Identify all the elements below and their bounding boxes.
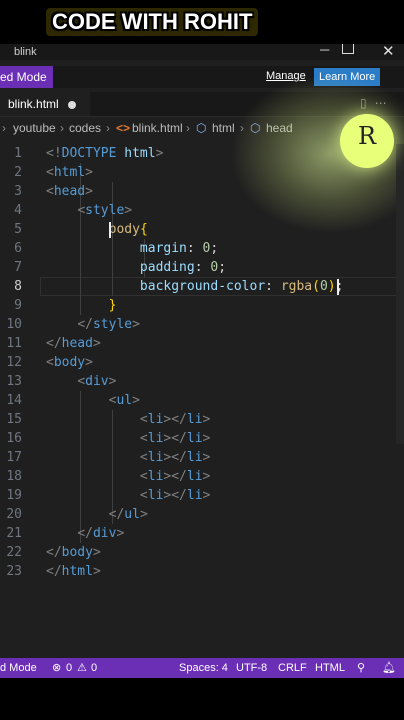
- line-number: 6: [14, 241, 22, 256]
- tab-blink-html[interactable]: blink.html: [0, 92, 90, 116]
- code-line-20: </ul>: [108, 507, 148, 522]
- channel-logo: R: [340, 114, 394, 168]
- unsaved-dot-icon[interactable]: [68, 101, 76, 109]
- line-number: 5: [14, 222, 22, 237]
- eol-status[interactable]: CRLF: [278, 658, 307, 678]
- line-number: 20: [6, 507, 22, 522]
- code-line-16: <li></li>: [139, 431, 211, 446]
- error-count[interactable]: 0: [66, 658, 72, 678]
- title-tab-fragment[interactable]: blink: [14, 46, 37, 58]
- line-number: 11: [6, 336, 22, 351]
- breadcrumb-html[interactable]: html: [212, 118, 235, 138]
- code-editor[interactable]: 1 2 3 4 5 6 7 8 9 10 11 12 13 14 15 16 1…: [0, 144, 404, 664]
- close-icon[interactable]: ✕: [382, 44, 395, 60]
- chevron-right-icon: ›: [60, 121, 64, 135]
- code-line-15: <li></li>: [139, 412, 211, 427]
- code-line-6: margin: 0;: [139, 241, 219, 256]
- encoding-status[interactable]: UTF-8: [236, 658, 267, 678]
- breadcrumb-codes[interactable]: codes: [69, 118, 101, 138]
- code-line-14: <ul>: [108, 393, 140, 408]
- indentation-status[interactable]: Spaces: 4: [179, 658, 228, 678]
- code-lines: <!DOCTYPE html> <html> <head> <style> bo…: [46, 144, 404, 619]
- line-number-current: 8: [14, 279, 22, 294]
- line-number: 14: [6, 393, 22, 408]
- code-line-19: <li></li>: [139, 488, 211, 503]
- code-line-7: padding: 0;: [139, 260, 227, 275]
- status-bar: d Mode ⊗ 0 ⚠ 0 Spaces: 4 UTF-8 CRLF HTML…: [0, 658, 404, 678]
- tab-label: blink.html: [8, 97, 59, 111]
- code-line-17: <li></li>: [139, 450, 211, 465]
- line-number: 3: [14, 184, 22, 199]
- minimap-scrollbar[interactable]: [396, 144, 404, 444]
- error-icon[interactable]: ⊗: [52, 658, 61, 678]
- line-number: 4: [14, 203, 22, 218]
- code-line-3: <head>: [46, 184, 93, 199]
- code-line-23: </html>: [46, 564, 101, 579]
- vscode-window: blink ─ ✕ ed Mode Manage Learn More blin…: [0, 44, 404, 678]
- warning-icon[interactable]: ⚠: [77, 658, 87, 678]
- chevron-right-icon: ›: [2, 121, 6, 135]
- restricted-mode-label: ed Mode: [0, 66, 53, 88]
- text-caret: [337, 279, 339, 295]
- title-bar: blink ─ ✕: [0, 44, 404, 60]
- code-line-5: body{: [108, 222, 148, 237]
- line-number: 16: [6, 431, 22, 446]
- chevron-right-icon: ›: [106, 121, 110, 135]
- element-cube-icon: ⬡: [196, 121, 207, 135]
- warning-count[interactable]: 0: [91, 658, 97, 678]
- notifications-bell-icon[interactable]: 🔔︎: [382, 658, 396, 678]
- line-number: 2: [14, 165, 22, 180]
- line-number: 15: [6, 412, 22, 427]
- code-line-9: }: [108, 298, 117, 313]
- line-number: 1: [14, 146, 22, 161]
- mouse-text-cursor: [109, 222, 111, 238]
- code-line-18: <li></li>: [139, 469, 211, 484]
- feedback-icon[interactable]: ⚲: [357, 658, 365, 678]
- code-line-10: </style>: [77, 317, 140, 332]
- line-number: 22: [6, 545, 22, 560]
- breadcrumb-youtube[interactable]: youtube: [13, 118, 56, 138]
- line-number: 21: [6, 526, 22, 541]
- code-line-11: </head>: [46, 336, 101, 351]
- code-line-22: </body>: [46, 545, 101, 560]
- line-number: 23: [6, 564, 22, 579]
- line-number: 9: [14, 298, 22, 313]
- line-number: 12: [6, 355, 22, 370]
- line-number: 13: [6, 374, 22, 389]
- minimize-icon[interactable]: ─: [320, 44, 329, 57]
- logo-letter: R: [357, 122, 377, 150]
- line-number: 7: [14, 260, 22, 275]
- code-line-8: background-color: rgba(0);: [139, 279, 344, 294]
- chevron-right-icon: ›: [186, 121, 190, 135]
- video-title-watermark: CODE WITH ROHIT: [46, 8, 259, 36]
- language-status[interactable]: HTML: [315, 658, 345, 678]
- breadcrumb-blink-html[interactable]: blink.html: [132, 118, 183, 138]
- maximize-icon[interactable]: [342, 44, 354, 54]
- code-line-12: <body>: [46, 355, 93, 370]
- line-number: 19: [6, 488, 22, 503]
- code-line-4: <style>: [77, 203, 133, 218]
- line-number: 10: [6, 317, 22, 332]
- code-line-13: <div>: [77, 374, 117, 389]
- code-line-21: </div>: [77, 526, 125, 541]
- code-line-2: <html>: [46, 165, 93, 180]
- line-number: 18: [6, 469, 22, 484]
- code-line-1: <!DOCTYPE html>: [46, 146, 164, 161]
- restricted-mode-status[interactable]: d Mode: [0, 658, 37, 678]
- html-file-icon: <>: [116, 121, 131, 135]
- line-number: 17: [6, 450, 22, 465]
